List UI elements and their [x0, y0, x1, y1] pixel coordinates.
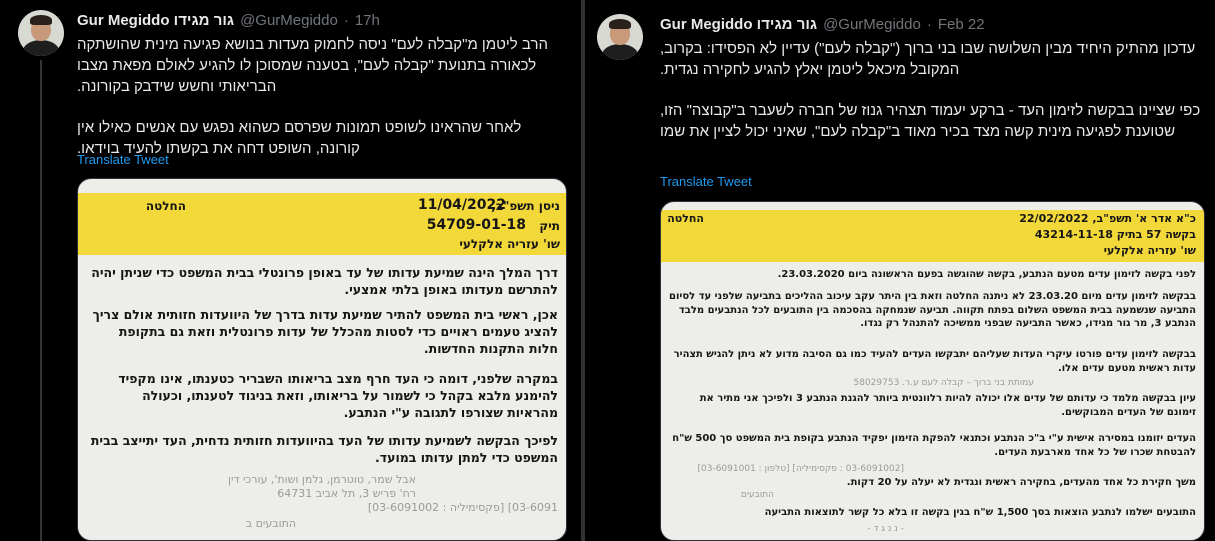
doc-stamp-line: [03-6091001 : טלפון] [03-6091002 : פקסימ… — [697, 464, 905, 474]
tweet-paragraph: הרב ליטמן מ"קבלה לעם" ניסה לחמוק מעדות ב… — [77, 36, 548, 95]
author-avatar[interactable] — [18, 10, 64, 56]
separator-dot: · — [926, 16, 932, 33]
doc-paragraph: התובעים ישלמו לנתבע הוצאות בסך 1,500 ש"ח… — [764, 507, 1196, 518]
tweet-image-court-decision[interactable]: החלטה כ"א אדר א' תשפ"ב, 22/02/2022 בקשה … — [660, 201, 1205, 541]
translate-tweet-link[interactable]: Translate Tweet — [77, 152, 169, 167]
doc-case-label: תיק — [539, 219, 560, 233]
doc-paragraph: משך חקירת כל אחד מהעדים, בחקירה ראשית ונ… — [846, 477, 1196, 488]
tweet-text: עדכון מהתיק היחיד מבין השלושה שבו בני בר… — [660, 38, 1205, 142]
doc-decision-label: החלטה — [145, 199, 186, 213]
doc-judge: שו' עזריה אלקלעי — [1103, 244, 1196, 257]
doc-case-number: 54709-01-18 — [426, 217, 526, 233]
doc-paragraph: העדים יזומנו במסירה אישית ע"י ב"כ הנתבע … — [672, 433, 1196, 458]
doc-stamp-line: עמותת בני ברוך – קבלה לעם ע.ר. 58029753 — [853, 378, 1035, 388]
doc-stamp-line: [03-6091002 : פקסימיליה] [03-6091 — [367, 501, 558, 514]
court-decision-document: החלטה כ"א אדר א' תשפ"ב, 22/02/2022 בקשה … — [661, 202, 1204, 540]
doc-paragraph: אכן, ראשי בית המשפט להתיר שמיעת עדות בדר… — [92, 307, 558, 356]
doc-date-prefix: ניסן תשפ"ב, — [491, 199, 560, 213]
tweet-paragraph: עדכון מהתיק היחיד מבין השלושה שבו בני בר… — [660, 40, 1196, 78]
doc-stamp-line: רח' פריש 3, תל אביב 64731 — [277, 487, 416, 500]
doc-date: כ"א אדר א' תשפ"ב, 22/02/2022 — [1019, 212, 1196, 225]
tweet-image-court-decision[interactable]: החלטה 11/04/2022 ניסן תשפ"ב, 54709-01-18… — [77, 178, 567, 541]
tweet-time[interactable]: Feb 22 — [938, 16, 985, 33]
doc-stamp-line: התובעים ב — [245, 517, 296, 530]
doc-paragraph: עיון בבקשה מלמד כי עדותם של עדים אלו יכו… — [699, 393, 1196, 418]
doc-stamp-line: התובעים — [740, 490, 774, 500]
doc-paragraph: בבקשה לזימון עדים מיום 23.03.20 לא ניתנה… — [668, 291, 1196, 329]
separator-dot: · — [343, 12, 349, 29]
doc-decision-label: החלטה — [667, 212, 704, 225]
doc-stamp-line: אבל שמר, טוטרמן, גלמן ושות', עורכי דין — [228, 473, 416, 486]
doc-paragraph: בבקשה לזימון עדים פורטו עיקרי העדות שעלי… — [673, 349, 1196, 374]
thread-line — [40, 60, 42, 541]
tweet-time[interactable]: 17h — [355, 12, 380, 29]
author-handle[interactable]: @GurMegiddo — [823, 16, 921, 33]
author-name[interactable]: Gur Megiddo גור מגידו — [77, 12, 234, 29]
tweet-left[interactable]: Gur Megiddo גור מגידו @GurMegiddo · 17h … — [0, 0, 581, 541]
doc-judge: שו' עזריה אלקלעי — [459, 237, 560, 251]
translate-tweet-link[interactable]: Translate Tweet — [660, 174, 752, 189]
doc-request: בקשה 57 בתיק 43214-11-18 — [1034, 228, 1196, 241]
tweet-right[interactable]: Gur Megiddo גור מגידו @GurMegiddo · Feb … — [585, 0, 1215, 541]
author-name[interactable]: Gur Megiddo גור מגידו — [660, 16, 817, 33]
tweet-header: Gur Megiddo גור מגידו @GurMegiddo · 17h — [77, 12, 380, 29]
tweet-header: Gur Megiddo גור מגידו @GurMegiddo · Feb … — [660, 16, 985, 33]
tweet-text: הרב ליטמן מ"קבלה לעם" ניסה לחמוק מעדות ב… — [77, 34, 569, 159]
doc-paragraph: במקרה שלפני, דומה כי העד חרף מצב בריאותו… — [118, 371, 558, 420]
court-decision-document: החלטה 11/04/2022 ניסן תשפ"ב, 54709-01-18… — [78, 179, 566, 540]
author-handle[interactable]: @GurMegiddo — [240, 12, 338, 29]
author-avatar[interactable] — [597, 14, 643, 60]
doc-paragraph: לפני בקשה לזימון עדים מטעם הנתבע, בקשה ש… — [777, 269, 1196, 280]
doc-paragraph: דרך המלך הינה שמיעת עדותו של עד באופן פר… — [91, 265, 558, 297]
tweet-paragraph: כפי שציינו בבקשה לזימון העד - ברקע יעמוד… — [660, 102, 1201, 140]
doc-stamp-line: - נ נ ג ד - — [867, 524, 904, 534]
doc-paragraph: לפיכך הבקשה לשמיעת עדותו של העד בהיוועדו… — [90, 433, 558, 465]
